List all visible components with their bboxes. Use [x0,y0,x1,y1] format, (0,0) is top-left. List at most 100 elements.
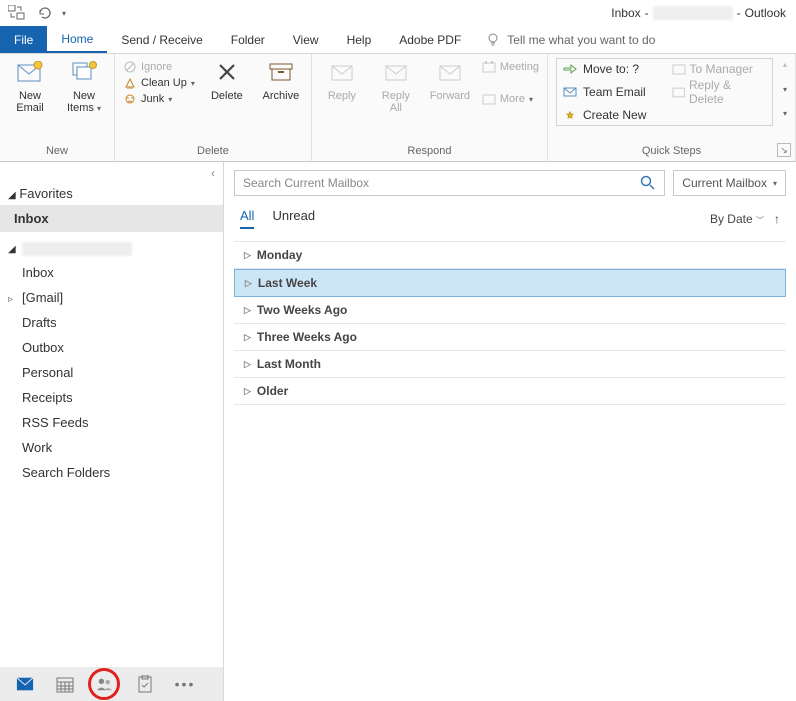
reply-all-label: Reply All [382,90,410,114]
title-inbox: Inbox [611,6,640,20]
tab-adobe-pdf[interactable]: Adobe PDF [385,26,475,53]
reply-label: Reply [328,90,356,102]
undo-icon[interactable] [36,6,52,20]
quicksteps-more-icon[interactable]: ▾ [783,109,787,118]
folder-inbox[interactable]: Inbox [0,260,223,285]
more-respond-button[interactable]: More▾ [482,92,539,106]
new-items-button[interactable]: New Items ▾ [62,58,106,114]
search-scope-label: Current Mailbox [682,176,767,190]
archive-button[interactable]: Archive [259,58,303,102]
date-group[interactable]: ▷ Monday [234,242,786,269]
date-group-label: Last Week [258,276,317,290]
forward-icon [436,58,464,86]
title-bar: Inbox - - Outlook [611,6,786,20]
forward-button[interactable]: Forward [428,58,472,102]
date-group-label: Two Weeks Ago [257,303,347,317]
meeting-label: Meeting [500,61,539,73]
date-group-label: Three Weeks Ago [257,330,357,344]
search-scope-dropdown[interactable]: Current Mailbox ▾ [673,170,786,196]
group-title-respond: Respond [320,143,539,161]
date-group[interactable]: ▷Last Month [234,351,786,378]
tab-file[interactable]: File [0,26,47,53]
ignore-label: Ignore [141,61,172,73]
tab-send-receive[interactable]: Send / Receive [107,26,216,53]
tab-folder[interactable]: Folder [217,26,279,53]
group-title-delete: Delete [123,143,303,161]
folder-rss[interactable]: RSS Feeds [0,410,223,435]
tell-me[interactable]: Tell me what you want to do [475,26,665,53]
folder-search-folders[interactable]: Search Folders [0,460,223,485]
account-header[interactable]: ◢ [0,232,223,260]
folder-receipts[interactable]: Receipts [0,385,223,410]
favorites-label: Favorites [19,186,72,201]
tab-home[interactable]: Home [47,26,107,53]
expand-icon: ▷ [244,332,251,343]
qat-send-receive-icon[interactable] [8,5,26,21]
expand-icon: ▷ [244,250,251,261]
forward-label: Forward [430,90,470,102]
search-placeholder: Search Current Mailbox [243,176,369,190]
delete-button[interactable]: Delete [205,58,249,102]
folder-drafts[interactable]: Drafts [0,310,223,335]
search-icon [640,175,656,191]
quickstep-create-new[interactable]: Create New [563,107,657,123]
nav-people-icon[interactable] [96,675,114,693]
reply-all-icon [382,58,410,86]
expand-icon: ▷ [245,278,252,289]
date-group[interactable]: ▷ Last Week [234,269,786,297]
quicksteps-launcher[interactable]: ↘ [777,143,791,157]
ignore-button[interactable]: Ignore [123,60,195,74]
nav-tasks-icon[interactable] [136,675,154,693]
nav-mail-icon[interactable] [16,675,34,693]
favorites-header[interactable]: ◢ Favorites [0,180,223,205]
quicksteps-up-icon[interactable]: ▴ [783,60,787,69]
folder-gmail[interactable]: [Gmail] [0,285,223,310]
date-group[interactable]: ▷Older [234,378,786,405]
reply-button[interactable]: Reply [320,58,364,102]
clean-up-button[interactable]: Clean Up▾ [123,76,195,90]
quickstep-team-label: Team Email [583,85,646,99]
reply-all-button[interactable]: Reply All [374,58,418,114]
favorite-inbox[interactable]: Inbox [0,205,223,232]
search-input[interactable]: Search Current Mailbox [234,170,665,196]
new-items-icon [70,58,98,86]
meeting-button[interactable]: Meeting [482,60,539,74]
tab-view[interactable]: View [279,26,333,53]
date-group[interactable]: ▷ Three Weeks Ago [234,324,786,351]
quickstep-to-manager-label: To Manager [690,62,753,76]
folder-personal[interactable]: Personal [0,360,223,385]
account-name-redacted [22,242,132,256]
nav-more-icon[interactable]: ••• [176,675,194,693]
junk-label: Junk [141,93,164,105]
folder-work[interactable]: Work [0,435,223,460]
expand-icon: ▷ [244,386,251,397]
tell-me-label: Tell me what you want to do [507,33,655,47]
date-group[interactable]: ▷Two Weeks Ago [234,297,786,324]
filter-all[interactable]: All [240,208,254,229]
qat-customize-icon[interactable]: ▾ [62,9,66,18]
title-sep: - [645,6,649,20]
new-email-icon [16,58,44,86]
archive-icon [267,58,295,86]
date-group-label: Monday [257,248,302,262]
sort-label: By Date [710,212,753,226]
collapse-sidebar-icon[interactable]: ‹ [211,162,223,180]
quickstep-team-email[interactable]: Team Email [563,77,657,107]
sort-direction-icon[interactable]: ↑ [774,212,780,226]
quickstep-reply-delete[interactable]: Reply & Delete [672,77,766,107]
folder-outbox[interactable]: Outbox [0,335,223,360]
quickstep-to-manager[interactable]: To Manager [672,61,766,77]
title-app: Outlook [745,6,786,20]
nav-calendar-icon[interactable] [56,675,74,693]
quicksteps-down-icon[interactable]: ▾ [783,85,787,94]
filter-unread[interactable]: Unread [272,208,315,229]
sort-by-date[interactable]: By Date ﹀ [710,212,764,226]
quickstep-move-to[interactable]: Move to: ? [563,61,657,77]
quickstep-reply-delete-label: Reply & Delete [689,78,766,106]
title-sep2: - [737,6,741,20]
tab-help[interactable]: Help [333,26,386,53]
new-email-button[interactable]: New Email [8,58,52,114]
lightbulb-icon [485,32,501,48]
new-items-label: New Items [67,90,95,114]
junk-button[interactable]: Junk▾ [123,92,195,106]
